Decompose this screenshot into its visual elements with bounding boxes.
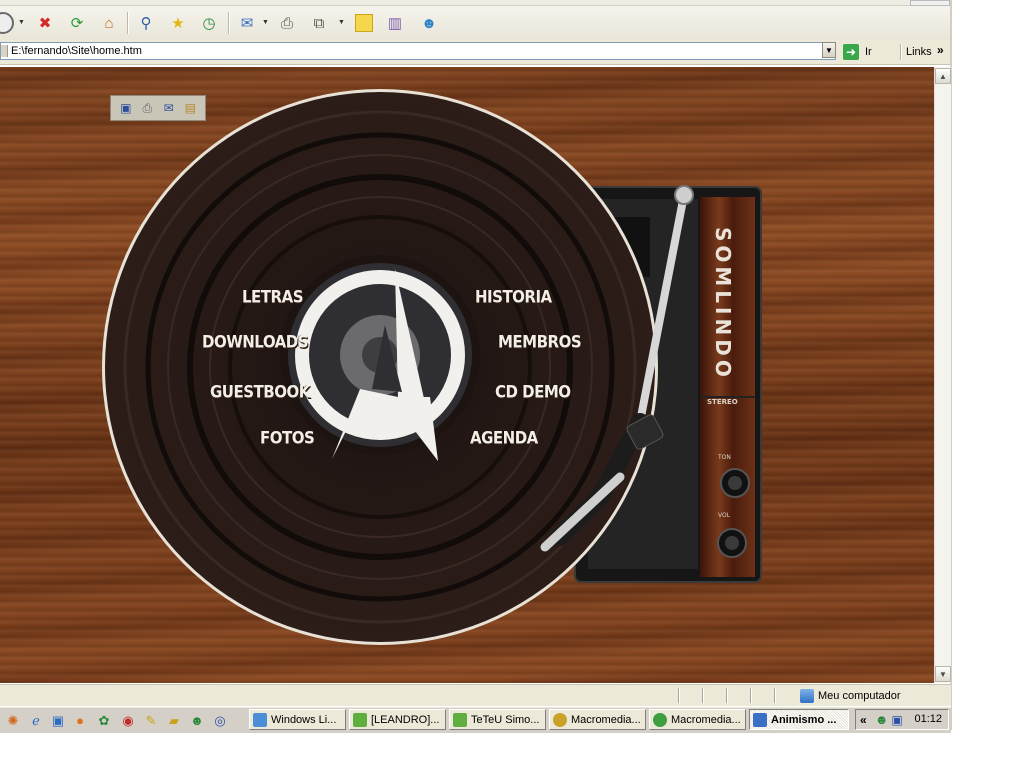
address-text: E:\fernando\Site\home.htm [11, 45, 142, 57]
mail-icon[interactable]: ✉ [236, 12, 258, 34]
task-windows-live[interactable]: Windows Li... [249, 709, 346, 730]
quicklaunch-folder-icon[interactable]: ▰ [166, 712, 182, 728]
quicklaunch-player-icon[interactable]: ◎ [212, 712, 228, 728]
task-icon [353, 712, 367, 727]
tray-messenger-icon[interactable]: ☻ [875, 712, 889, 727]
turntable-brand: SOMLINDO [711, 227, 735, 381]
tray-expand-icon[interactable]: « [860, 713, 867, 727]
print-icon[interactable]: ⎙ [276, 12, 298, 34]
scroll-up-icon[interactable]: ▲ [935, 68, 951, 84]
browser-toolbar: ▼ ✖ ⟳ ⌂ ⚲ ★ ◷ ✉ ▼ ⎙ ⧉ ▼ ▥ ☻ [0, 0, 950, 41]
turntable-vol-label: VOL [718, 512, 731, 519]
task-label: Windows Li... [271, 713, 337, 726]
research-icon[interactable]: ▥ [384, 12, 406, 34]
status-cell [702, 688, 725, 703]
go-label: Ir [865, 46, 872, 58]
favorites-icon[interactable]: ★ [167, 12, 189, 34]
fullscreen-dropdown-icon[interactable]: ▼ [338, 19, 345, 26]
task-label: Macromedia... [571, 713, 641, 726]
stop-icon[interactable]: ✖ [34, 12, 56, 34]
taskbar: ✺ ℯ ▣ ● ✿ ◉ ✎ ▰ ☻ ◎ Windows Li... [LEAND… [0, 706, 951, 733]
turntable-graphic: SOMLINDO STEREO TON VOL [102, 89, 762, 645]
task-icon [653, 712, 667, 727]
save-icon[interactable]: ▣ [118, 100, 134, 116]
menu-link-historia[interactable]: HISTORIA [475, 287, 552, 308]
mail-icon[interactable]: ✉ [161, 100, 177, 116]
system-tray: « ☻ ▣ 01:12 [855, 709, 949, 730]
menu-link-agenda[interactable]: AGENDA [470, 428, 538, 449]
menu-link-membros[interactable]: MEMBROS [498, 332, 582, 353]
printer-icon[interactable]: ▤ [182, 100, 198, 116]
menu-link-fotos[interactable]: FOTOS [260, 428, 315, 449]
turntable-ton-label: TON [717, 454, 731, 461]
quicklaunch-messenger-icon[interactable]: ☻ [189, 712, 205, 728]
computer-icon [800, 688, 814, 703]
go-button[interactable]: ➜ Ir [843, 43, 872, 61]
status-cell [774, 688, 797, 703]
task-macromedia-1[interactable]: Macromedia... [549, 709, 646, 730]
go-arrow-icon: ➜ [843, 44, 859, 60]
address-input[interactable]: E:\fernando\Site\home.htm [0, 42, 836, 60]
task-macromedia-2[interactable]: Macromedia... [649, 709, 746, 730]
address-bar: E:\fernando\Site\home.htm ▼ ➜ Ir Links » [0, 40, 950, 65]
page-image-toolbar: ▣ ⎙ ✉ ▤ [110, 95, 206, 121]
task-icon [253, 712, 267, 727]
history-icon[interactable]: ◷ [198, 12, 220, 34]
back-icon[interactable] [0, 12, 14, 34]
links-button[interactable]: Links [906, 46, 932, 58]
links-chevron-icon[interactable]: » [937, 43, 944, 57]
vertical-scrollbar[interactable]: ▲ ▼ [934, 67, 951, 683]
status-bar: Meu computador [0, 684, 951, 706]
menu-link-downloads[interactable]: DOWNLOADS [202, 332, 309, 353]
task-teteu[interactable]: TeTeU Simo... [449, 709, 546, 730]
quicklaunch-media-icon[interactable]: ▣ [50, 712, 66, 728]
notes-icon[interactable] [353, 12, 375, 34]
home-icon[interactable]: ⌂ [98, 12, 120, 34]
task-icon [453, 712, 467, 727]
task-label: Macromedia... [671, 713, 741, 726]
clock: 01:12 [914, 713, 942, 725]
quicklaunch-opera-icon[interactable]: ◉ [120, 712, 136, 728]
scroll-down-icon[interactable]: ▼ [935, 666, 951, 682]
status-cell [726, 688, 749, 703]
menu-link-guestbook[interactable]: GUESTBOOK [210, 382, 310, 403]
mail-dropdown-icon[interactable]: ▼ [262, 19, 269, 26]
status-cell [678, 688, 701, 703]
security-zone: Meu computador [800, 687, 901, 704]
menu-strip [0, 0, 950, 6]
zone-label: Meu computador [818, 689, 901, 702]
menu-link-cd-demo[interactable]: CD DEMO [495, 382, 571, 403]
menu-link-letras[interactable]: LETRAS [242, 287, 304, 308]
task-icon [753, 712, 767, 727]
print-icon[interactable]: ⎙ [139, 100, 155, 116]
task-animismo[interactable]: Animismo ... [749, 709, 849, 730]
refresh-icon[interactable]: ⟳ [66, 12, 88, 34]
quicklaunch-firefox-icon[interactable]: ● [72, 712, 88, 728]
address-dropdown-button[interactable]: ▼ [822, 42, 836, 58]
toolbar-separator [127, 12, 128, 34]
back-dropdown-icon[interactable]: ▼ [18, 19, 25, 26]
quicklaunch-ie-icon[interactable]: ℯ [28, 712, 44, 728]
turntable-stereo-label: STEREO [707, 398, 738, 406]
task-label: Animismo ... [771, 713, 837, 726]
quicklaunch-network-icon[interactable]: ✿ [96, 712, 112, 728]
fullscreen-icon[interactable]: ⧉ [308, 12, 330, 34]
page-icon [1, 45, 8, 57]
task-label: TeTeU Simo... [471, 713, 540, 726]
quicklaunch-tool-icon[interactable]: ✎ [143, 712, 159, 728]
search-icon[interactable]: ⚲ [135, 12, 157, 34]
tray-network-icon[interactable]: ▣ [891, 713, 902, 727]
task-label: [LEANDRO]... [371, 713, 440, 726]
links-separator [900, 44, 901, 60]
toolbar-separator [228, 12, 229, 34]
quicklaunch-desktop-icon[interactable]: ✺ [5, 712, 21, 728]
task-icon [553, 712, 567, 727]
task-leandro[interactable]: [LEANDRO]... [349, 709, 446, 730]
messenger-icon[interactable]: ☻ [418, 12, 440, 34]
window-corner-button[interactable] [910, 0, 950, 6]
page-content: SOMLINDO STEREO TON VOL ▣ ⎙ ✉ ▤ LETRAS D… [0, 67, 934, 683]
status-cell [750, 688, 773, 703]
